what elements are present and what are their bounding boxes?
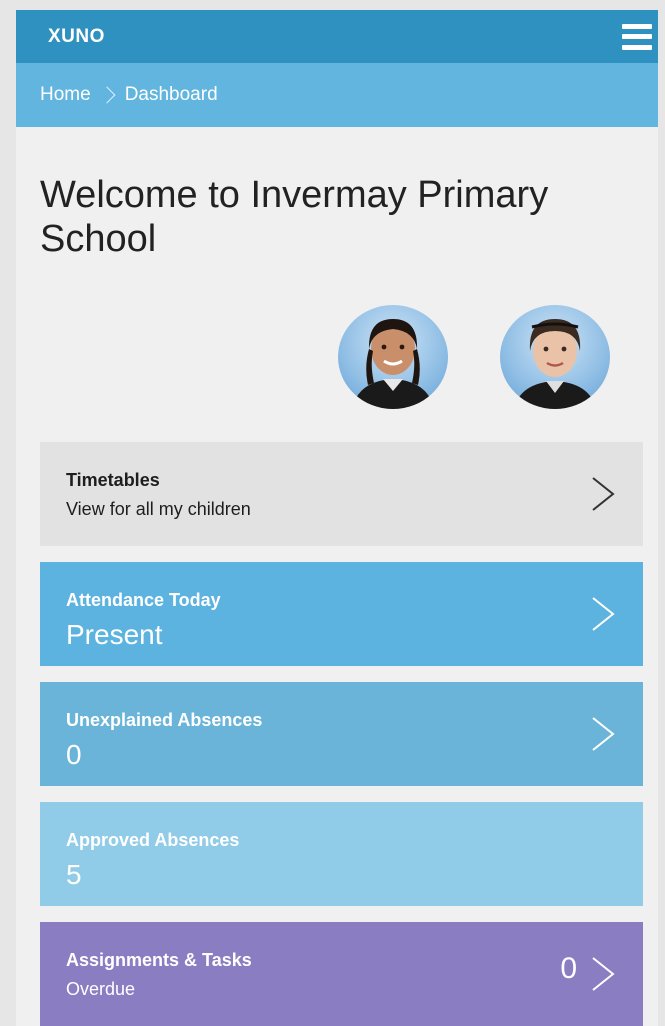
overdue-count: 0 xyxy=(560,952,577,985)
timetables-card[interactable]: Timetables View for all my children xyxy=(40,442,643,546)
children-avatars xyxy=(16,261,658,409)
assignments-subtitle: Overdue xyxy=(66,979,136,999)
child-photo-icon xyxy=(352,319,434,409)
chevron-right-icon xyxy=(592,477,615,511)
child-photo-icon xyxy=(514,319,596,409)
top-bar: XUNO xyxy=(16,10,658,63)
attendance-today-card[interactable]: Attendance Today Present xyxy=(40,562,643,666)
hamburger-menu-icon[interactable] xyxy=(622,23,652,50)
page-title: Welcome to Invermay Primary School xyxy=(40,174,549,260)
menu-bar xyxy=(622,23,652,29)
app-window: XUNO Home Dashboard Welcome to Invermay … xyxy=(16,10,658,1026)
breadcrumb-chevron-icon xyxy=(98,86,116,104)
timetables-title: Timetables xyxy=(66,470,160,490)
chevron-right-icon xyxy=(592,717,615,751)
assignments-tasks-card[interactable]: Assignments & Tasks Overdue 0 xyxy=(40,922,643,1026)
child-avatar-2[interactable] xyxy=(500,305,610,409)
dashboard-cards: Timetables View for all my children Atte… xyxy=(40,442,643,1026)
approved-count: 5 xyxy=(66,859,82,890)
unexplained-title: Unexplained Absences xyxy=(66,710,263,730)
unexplained-absences-card[interactable]: Unexplained Absences 0 xyxy=(40,682,643,786)
chevron-right-icon xyxy=(592,957,615,991)
assignments-title: Assignments & Tasks xyxy=(66,950,252,970)
breadcrumb-current: Dashboard xyxy=(124,84,218,105)
unexplained-count: 0 xyxy=(66,739,82,770)
chevron-right-icon xyxy=(592,597,615,631)
screenshot-frame: XUNO Home Dashboard Welcome to Invermay … xyxy=(0,0,665,1026)
breadcrumb: Home Dashboard xyxy=(16,63,658,127)
attendance-title: Attendance Today xyxy=(66,590,221,610)
child-avatar-1[interactable] xyxy=(338,305,448,409)
timetables-subtitle: View for all my children xyxy=(66,499,251,519)
menu-bar xyxy=(622,44,652,50)
approved-title: Approved Absences xyxy=(66,830,240,850)
brand-logo-text: XUNO xyxy=(48,25,105,47)
breadcrumb-home-link[interactable]: Home xyxy=(40,84,91,106)
attendance-status: Present xyxy=(66,619,163,650)
menu-bar xyxy=(622,34,652,39)
approved-absences-card[interactable]: Approved Absences 5 xyxy=(40,802,643,906)
